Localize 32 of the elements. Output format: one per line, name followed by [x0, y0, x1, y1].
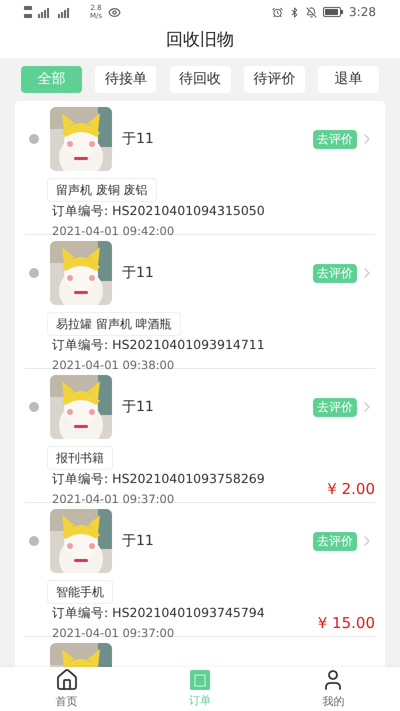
- filter-tab[interactable]: 待评价: [244, 66, 305, 93]
- clock-time: 3:28: [349, 4, 376, 21]
- order-card[interactable]: 于11 去评价 易拉罐 留声机 啤酒瓶 订单编号: HS20210401093914711 2021-04-01 09:38:00: [25, 235, 375, 369]
- order-number: 订单编号: HS20210401093745794: [52, 604, 266, 622]
- battery-icon: [323, 7, 344, 17]
- filter-tab[interactable]: 待接单: [95, 66, 156, 93]
- bluetooth-icon: [289, 6, 300, 18]
- eye-icon: [108, 6, 122, 18]
- page-title: 回收旧物: [166, 29, 234, 52]
- order-price: ¥ 2.00: [327, 478, 375, 500]
- bell-off-icon: [306, 6, 318, 18]
- customer-name: 于11: [122, 264, 155, 282]
- item-tags: 报刊书籍: [47, 446, 113, 470]
- item-tags: 易拉罐 留声机 啤酒瓶: [47, 312, 181, 336]
- order-card[interactable]: 于11 去评价 智能手机 订单编号: HS20210401093745794 2021-04-01 09:37:00 ¥ 15.00: [25, 503, 375, 637]
- customer-name: 于11: [122, 130, 155, 148]
- nav-tab[interactable]: 我的: [266, 667, 400, 711]
- order-number: 订单编号: HS20210401093758269: [52, 470, 266, 488]
- order-card[interactable]: 于11 去评价 报刊书籍 订单编号: HS20210401093758269 2021-04-01 09:37:00 ¥ 2.00: [25, 369, 375, 503]
- order-card[interactable]: 于11 去评价 留声机 废铜 废铝 订单编号: HS20210401094315050 2021-04-01 09:42:00: [25, 101, 375, 235]
- filter-tab[interactable]: 退单: [318, 66, 379, 93]
- customer-name: 于11: [122, 398, 155, 416]
- nav-tab[interactable]: 首页: [0, 667, 134, 711]
- customer-name: 于11: [122, 532, 155, 550]
- item-tags: 留声机 废铜 废铝: [47, 178, 157, 202]
- order-number: 订单编号: HS20210401093914711: [52, 336, 266, 354]
- order-price: ¥ 15.00: [318, 612, 375, 634]
- filter-tab[interactable]: 待回收: [170, 66, 230, 93]
- item-tags: 智能手机: [47, 580, 113, 604]
- order-number: 订单编号: HS20210401094315050: [52, 202, 266, 220]
- home-icon: [54, 668, 79, 692]
- alarm-icon: [272, 6, 284, 18]
